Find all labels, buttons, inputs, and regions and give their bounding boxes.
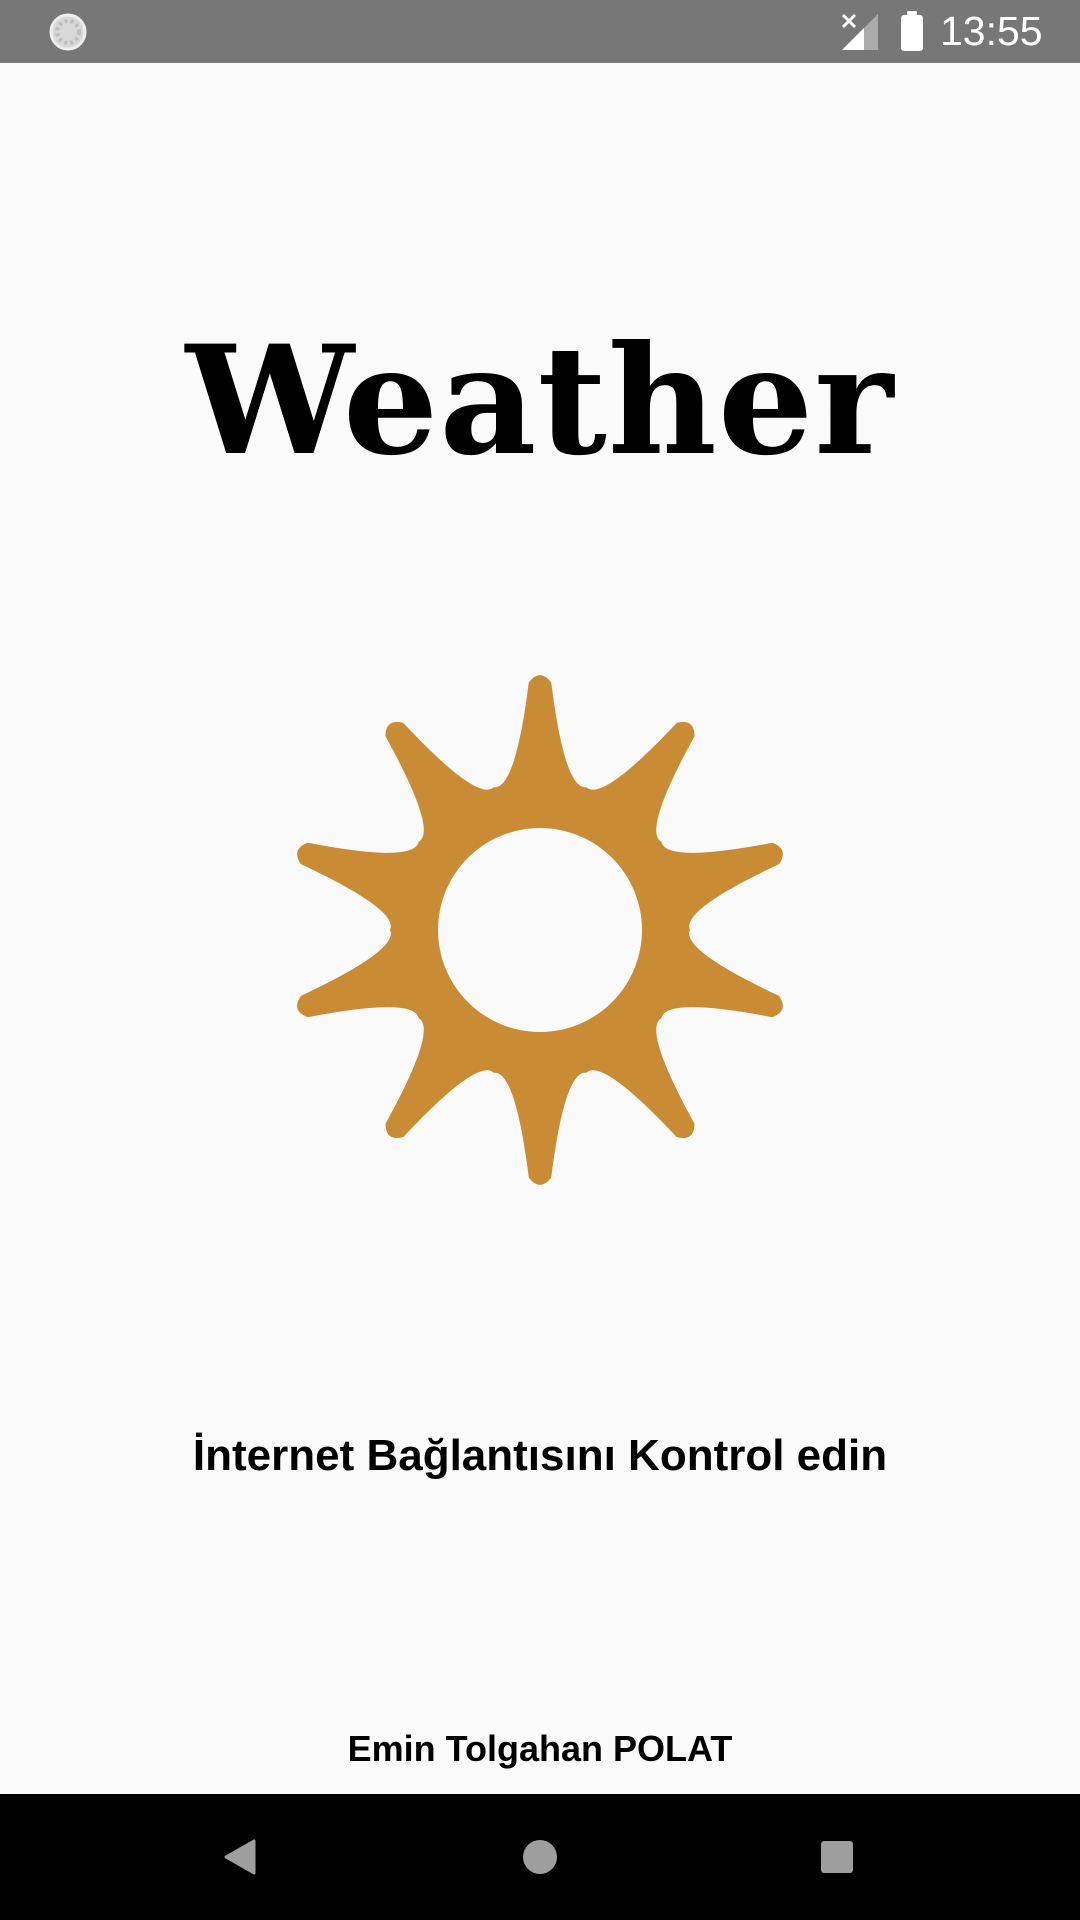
back-button[interactable] xyxy=(200,1817,280,1897)
battery-icon xyxy=(901,11,923,51)
app-title: Weather xyxy=(185,313,895,489)
back-icon xyxy=(224,1839,256,1875)
author-name: Emin Tolgahan POLAT xyxy=(347,1728,733,1769)
home-button[interactable] xyxy=(500,1817,580,1897)
connection-message: İnternet Bağlantısını Kontrol edin xyxy=(192,1431,888,1480)
sun-icon xyxy=(297,675,783,1185)
loading-icon xyxy=(49,13,87,51)
recents-icon xyxy=(821,1841,853,1873)
status-bar: 13:55 xyxy=(0,0,1080,63)
navigation-bar xyxy=(0,1794,1080,1920)
recents-button[interactable] xyxy=(797,1817,877,1897)
status-time: 13:55 xyxy=(940,8,1043,54)
signal-off-icon xyxy=(841,13,878,50)
screen: 13:55 Weather İnternet Bağlantısını Kont… xyxy=(0,0,1080,1920)
home-icon xyxy=(523,1840,557,1874)
